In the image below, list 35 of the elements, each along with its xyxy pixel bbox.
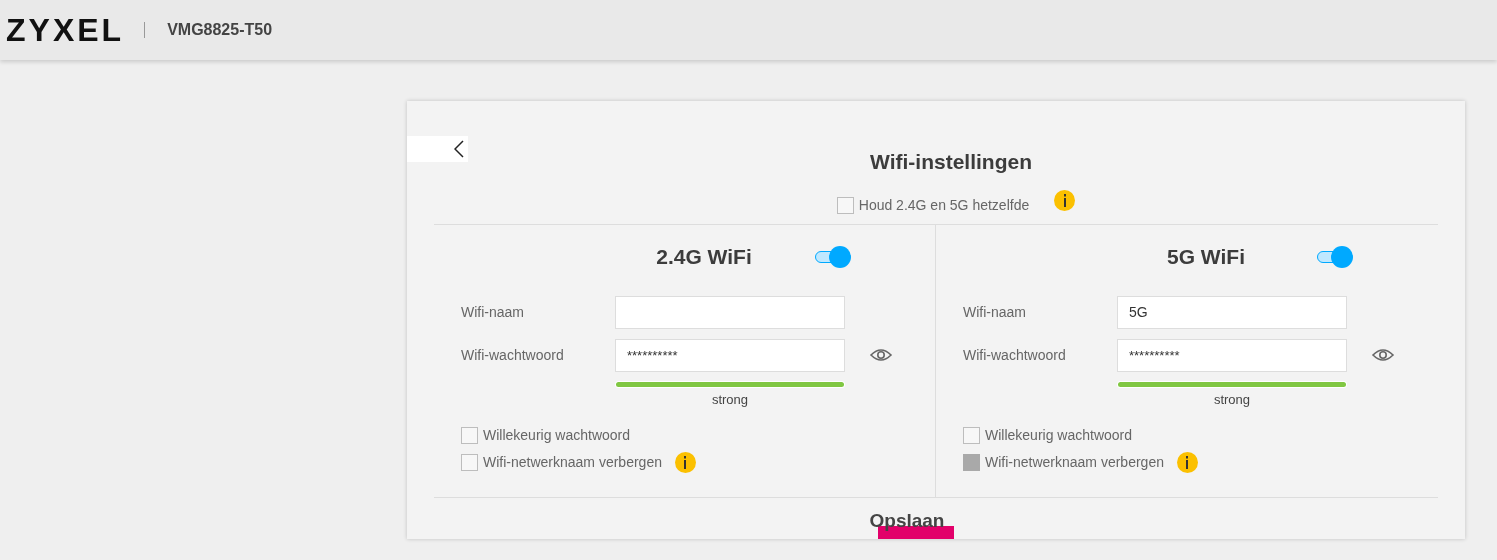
input-field[interactable] [615, 295, 845, 329]
page-title: Wifi-instellingen [870, 149, 1032, 175]
checkbox[interactable] [963, 427, 980, 444]
info-icon[interactable] [674, 452, 696, 473]
logo: ZYXEL [6, 11, 125, 50]
checkbox-label: Wifi-netwerknaam verbergen [483, 453, 662, 472]
eye-icon[interactable] [1372, 348, 1394, 362]
password-field[interactable]: ********** [1117, 338, 1347, 372]
checkbox-label: Houd 2.4G en 5G hetzelfde [858, 195, 1030, 215]
field-label: Wifi-wachtwoord [461, 345, 565, 365]
field-label: Wifi-naam [963, 302, 1027, 322]
info-icon[interactable] [1176, 452, 1198, 473]
checkbox[interactable] [461, 427, 478, 444]
info-icon[interactable] [1054, 189, 1076, 211]
strength-label: strong [711, 390, 749, 409]
back-button[interactable] [407, 136, 468, 162]
password-field[interactable]: ********** [615, 338, 845, 372]
toggle-switch[interactable] [1317, 245, 1353, 268]
strength-label: strong [1213, 390, 1251, 409]
eye-icon[interactable] [870, 348, 892, 362]
checkbox-label: Willekeurig wachtwoord [483, 426, 631, 445]
field-label: Wifi-wachtwoord [963, 345, 1067, 365]
model-name: VMG8825-T50 [167, 20, 273, 40]
checkbox[interactable] [963, 454, 980, 471]
chevron-left-icon [454, 140, 464, 158]
toggle-switch[interactable] [815, 245, 851, 268]
checkbox[interactable] [461, 454, 478, 471]
checkbox-label: Willekeurig wachtwoord [985, 426, 1133, 445]
field-label: Wifi-naam [461, 302, 525, 322]
input-field[interactable]: 5G [1117, 295, 1347, 329]
checkbox[interactable] [836, 196, 854, 214]
save-button[interactable]: Opslaan [867, 509, 955, 539]
band-title: 2.4G WiFi [655, 243, 753, 270]
band-title: 5G WiFi [1166, 243, 1246, 270]
checkbox-label: Wifi-netwerknaam verbergen [985, 453, 1164, 472]
